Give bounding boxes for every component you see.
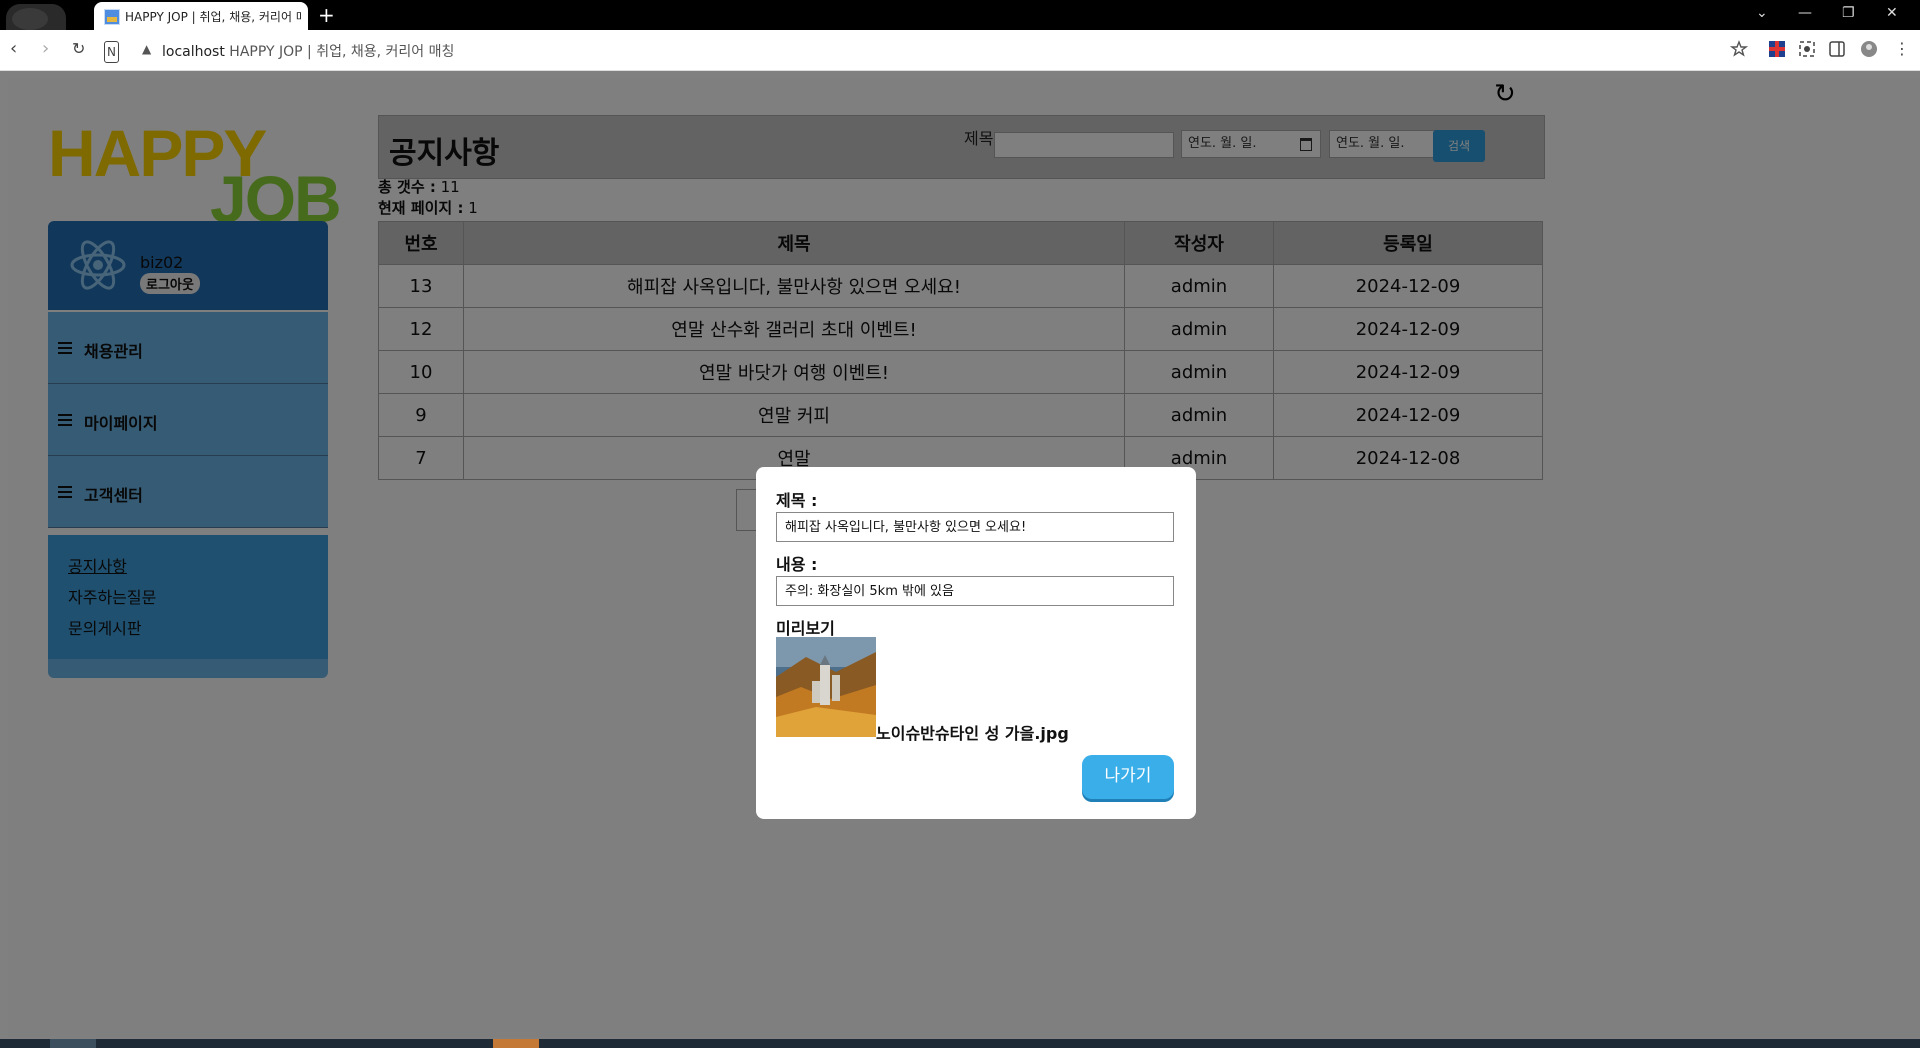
reload-icon[interactable]: ↻ (72, 39, 85, 59)
url-host: localhost (162, 44, 225, 60)
back-icon[interactable]: ‹ (10, 39, 17, 59)
taskbar-app-icon[interactable] (50, 1039, 96, 1048)
new-tab-button[interactable]: + (318, 4, 335, 26)
restore-icon[interactable]: ❐ (1842, 5, 1855, 21)
avatar-icon (12, 8, 48, 30)
site-info-icon[interactable]: ▲ (142, 42, 151, 56)
screenshot-extension-icon[interactable] (1798, 40, 1816, 58)
translate-extension-icon[interactable] (1768, 40, 1786, 58)
bookmark-star-icon[interactable] (1730, 40, 1748, 58)
side-panel-icon[interactable] (1828, 40, 1846, 58)
browser-tab-bar: HAPPY JOP | 취업, 채용, 커리어 매칭 + ⌄ — ❐ ✕ (0, 0, 1920, 30)
page-content: HAPPY JOB biz02 로그아웃 채용관리 마이페이지 (8, 79, 1920, 1037)
modal-title-label: 제목 : (776, 491, 818, 510)
close-window-icon[interactable]: ✕ (1886, 5, 1898, 21)
modal-title-input[interactable]: 해피잡 사옥입니다, 불만사항 있으면 오세요! (776, 512, 1174, 542)
attached-file-name[interactable]: 노이슈반슈타인 성 가을.jpg (876, 720, 1069, 744)
os-taskbar (0, 1039, 1920, 1048)
preview-image (776, 637, 876, 737)
modal-content-input[interactable]: 주의: 화장실이 5km 밖에 있음 (776, 576, 1174, 606)
profile-icon[interactable] (1860, 40, 1878, 58)
profile-avatar-tab[interactable] (6, 4, 66, 30)
more-menu-icon[interactable]: ⋮ (1894, 39, 1910, 59)
url-title: HAPPY JOP | 취업, 채용, 커리어 매칭 (229, 44, 455, 60)
tab-title: HAPPY JOP | 취업, 채용, 커리어 매칭 (125, 10, 301, 24)
page-viewport: HAPPY JOB biz02 로그아웃 채용관리 마이페이지 (8, 79, 1920, 1037)
exit-button[interactable]: 나가기 (1082, 755, 1174, 799)
modal-preview-label: 미리보기 (776, 619, 835, 638)
url-field[interactable]: ▲ localhost HAPPY JOP | 취업, 채용, 커리어 매칭 (132, 37, 1752, 63)
forward-icon[interactable]: › (42, 39, 49, 59)
notice-detail-modal: 제목 : 해피잡 사옥입니다, 불만사항 있으면 오세요! 내용 : 주의: 화… (756, 467, 1196, 819)
favicon-icon (104, 9, 120, 25)
news-icon[interactable]: N (104, 41, 119, 63)
tab-search-icon[interactable]: ⌄ (1756, 5, 1768, 21)
taskbar-app-icon[interactable] (493, 1039, 539, 1048)
modal-content-label: 내용 : (776, 555, 818, 574)
browser-tab[interactable]: HAPPY JOP | 취업, 채용, 커리어 매칭 (94, 2, 308, 30)
address-bar: ‹ › ↻ N ▲ localhost HAPPY JOP | 취업, 채용, … (0, 30, 1920, 71)
minimize-icon[interactable]: — (1798, 5, 1812, 21)
